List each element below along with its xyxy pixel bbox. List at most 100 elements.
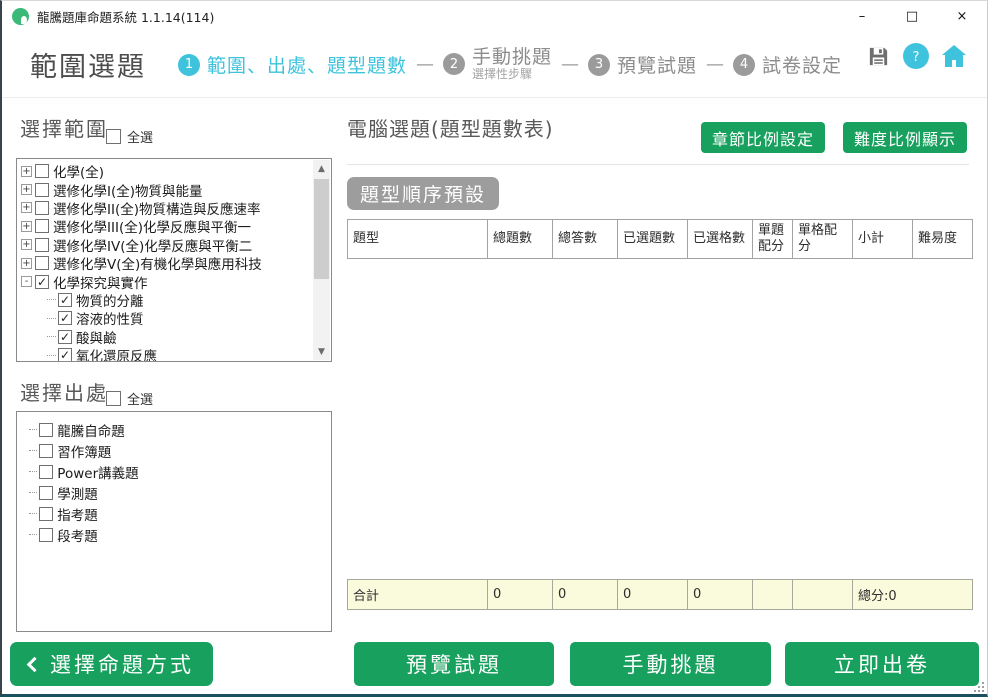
col-score-per-blank: 單格配分 <box>793 220 853 259</box>
range-select-all-checkbox[interactable] <box>106 129 121 144</box>
tree-checkbox[interactable] <box>35 201 49 215</box>
source-item-label[interactable]: 龍騰自命題 <box>57 420 125 440</box>
difficulty-ratio-button[interactable]: 難度比例顯示 <box>843 122 967 153</box>
question-type-order-preset-button[interactable]: 題型順序預設 <box>347 177 499 210</box>
total-answers-value: 0 <box>553 580 618 610</box>
tree-item[interactable]: + 選修化學II(全)物質構造與反應速率 <box>21 199 329 217</box>
expand-icon[interactable]: + <box>21 184 32 195</box>
tree-checkbox[interactable] <box>35 164 49 178</box>
tree-item[interactable]: + 選修化學III(全)化學反應與平衡一 <box>21 217 329 235</box>
manual-pick-button[interactable]: 手動挑題 <box>570 642 771 686</box>
source-select-all-checkbox[interactable] <box>106 391 121 406</box>
tree-item-label[interactable]: 選修化學II(全)物質構造與反應速率 <box>53 198 261 218</box>
source-checkbox[interactable] <box>39 528 53 542</box>
tree-item[interactable]: + 選修化學I(全)物質與能量 <box>21 180 329 198</box>
tree-connector <box>29 513 37 514</box>
tree-item-label[interactable]: 選修化學V(全)有機化學與應用科技 <box>53 253 262 273</box>
tree-checkbox[interactable] <box>58 293 72 307</box>
home-icon[interactable] <box>941 43 967 69</box>
tree-item-label[interactable]: 選修化學III(全)化學反應與平衡一 <box>53 216 251 236</box>
tree-connector <box>29 450 37 451</box>
expand-icon[interactable]: + <box>21 239 32 250</box>
collapse-icon[interactable]: - <box>21 276 32 287</box>
source-section-title: 選擇出處 <box>20 377 108 406</box>
tree-item[interactable]: 溶液的性質 <box>21 309 329 327</box>
tree-item-label[interactable]: 氧化還原反應 <box>76 345 157 362</box>
tree-item[interactable]: + 選修化學V(全)有機化學與應用科技 <box>21 254 329 272</box>
source-item[interactable]: 指考題 <box>29 503 329 524</box>
source-item[interactable]: 龍騰自命題 <box>29 419 329 440</box>
tree-item[interactable]: + 化學(全) <box>21 162 329 180</box>
tree-item[interactable]: - 化學探究與實作 <box>21 272 329 290</box>
expand-icon[interactable]: + <box>21 221 32 232</box>
tree-item-label[interactable]: 酸與鹼 <box>76 327 117 347</box>
source-checkbox[interactable] <box>39 444 53 458</box>
step-4-paper-settings[interactable]: 4 試卷設定 <box>733 51 842 78</box>
tree-item-label[interactable]: 選修化學IV(全)化學反應與平衡二 <box>53 235 252 255</box>
source-item[interactable]: 習作簿題 <box>29 440 329 461</box>
chapter-tree-box: + 化學(全) + 選修化學I(全)物質與能量 + 選修化學II(全)物質構造與反應速… <box>16 158 332 362</box>
source-item-label[interactable]: 段考題 <box>57 525 98 545</box>
tree-item[interactable]: 物質的分離 <box>21 291 329 309</box>
expand-icon[interactable]: + <box>21 202 32 213</box>
tree-item[interactable]: 氧化還原反應 <box>21 346 329 362</box>
maximize-button[interactable]: □ <box>887 1 937 31</box>
step-separator: — <box>561 54 579 75</box>
tree-checkbox[interactable] <box>35 219 49 233</box>
step-3-preview[interactable]: 3 預覽試題 <box>588 51 697 78</box>
scroll-down-icon[interactable]: ▼ <box>313 343 330 360</box>
close-button[interactable]: × <box>937 1 987 31</box>
source-item-label[interactable]: 學測題 <box>57 483 98 503</box>
tree-item-label[interactable]: 化學探究與實作 <box>53 272 148 292</box>
minimize-button[interactable]: – <box>837 1 887 31</box>
chapter-ratio-button[interactable]: 章節比例設定 <box>701 122 825 153</box>
total-row-table: 合計 0 0 0 0 總分:0 <box>347 579 973 610</box>
source-checkbox[interactable] <box>39 486 53 500</box>
total-row: 合計 0 0 0 0 總分:0 <box>348 580 973 610</box>
tree-item-label[interactable]: 溶液的性質 <box>76 308 144 328</box>
tree-checkbox[interactable] <box>58 330 72 344</box>
step-2-manual-pick[interactable]: 2 手動挑題 選擇性步驟 <box>443 47 552 81</box>
resize-grip[interactable] <box>974 682 984 692</box>
step-1-range[interactable]: 1 範圍、出處、題型題數 <box>178 51 407 78</box>
tree-checkbox[interactable] <box>35 256 49 270</box>
chapter-tree: + 化學(全) + 選修化學I(全)物質與能量 + 選修化學II(全)物質構造與反應速… <box>17 159 331 362</box>
source-item-label[interactable]: Power講義題 <box>57 462 138 482</box>
tree-item-label[interactable]: 選修化學I(全)物質與能量 <box>53 180 203 200</box>
save-icon[interactable] <box>865 43 891 69</box>
source-select-all: 全選 <box>106 389 153 408</box>
tree-item[interactable]: + 選修化學IV(全)化學反應與平衡二 <box>21 236 329 254</box>
tree-item[interactable]: 酸與鹼 <box>21 328 329 346</box>
range-select-all-label: 全選 <box>127 127 153 146</box>
step-2-label: 手動挑題 <box>472 47 552 68</box>
help-icon[interactable]: ? <box>903 43 929 69</box>
tree-checkbox[interactable] <box>58 348 72 362</box>
expand-icon[interactable]: + <box>21 166 32 177</box>
total-label: 合計 <box>348 580 488 610</box>
source-item[interactable]: 學測題 <box>29 482 329 503</box>
wizard-header: 範圍選題 1 範圍、出處、題型題數 — 2 手動挑題 選擇性步驟 — 3 預覽試… <box>2 31 987 98</box>
tree-item-label[interactable]: 物質的分離 <box>76 290 144 310</box>
back-to-method-button[interactable]: 選擇命題方式 <box>10 642 213 686</box>
tree-item-label[interactable]: 化學(全) <box>53 161 104 181</box>
scrollbar-thumb[interactable] <box>314 179 329 279</box>
source-item[interactable]: Power講義題 <box>29 461 329 482</box>
tree-connector <box>47 336 56 337</box>
tree-scrollbar[interactable]: ▲ ▼ <box>313 160 330 360</box>
source-checkbox[interactable] <box>39 423 53 437</box>
preview-questions-button[interactable]: 預覽試題 <box>354 642 554 686</box>
range-select-all: 全選 <box>106 127 153 146</box>
source-item-label[interactable]: 指考題 <box>57 504 98 524</box>
scroll-up-icon[interactable]: ▲ <box>313 160 330 177</box>
tree-checkbox[interactable] <box>58 311 72 325</box>
source-item[interactable]: 段考題 <box>29 524 329 545</box>
source-checkbox[interactable] <box>39 507 53 521</box>
expand-icon[interactable]: + <box>21 258 32 269</box>
tree-checkbox[interactable] <box>35 183 49 197</box>
tree-checkbox[interactable] <box>35 275 49 289</box>
generate-paper-button[interactable]: 立即出卷 <box>785 642 979 686</box>
source-item-label[interactable]: 習作簿題 <box>57 441 111 461</box>
tree-checkbox[interactable] <box>35 238 49 252</box>
source-checkbox[interactable] <box>39 465 53 479</box>
step-3-circle: 3 <box>588 54 610 76</box>
